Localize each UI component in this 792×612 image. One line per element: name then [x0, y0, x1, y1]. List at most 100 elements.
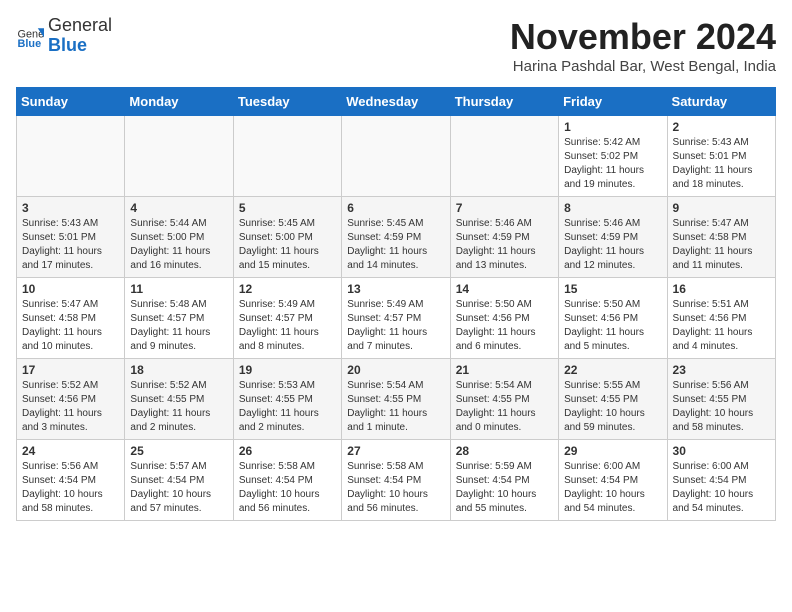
day-info: Sunrise: 5:49 AM Sunset: 4:57 PM Dayligh…	[347, 298, 444, 354]
day-info: Sunrise: 5:50 AM Sunset: 4:56 PM Dayligh…	[456, 298, 553, 354]
logo-general-text: General	[48, 15, 112, 35]
day-info: Sunrise: 5:46 AM Sunset: 4:59 PM Dayligh…	[564, 217, 661, 273]
calendar-cell: 5 Sunrise: 5:45 AM Sunset: 5:00 PM Daylig…	[233, 197, 341, 278]
day-info: Sunrise: 5:47 AM Sunset: 4:58 PM Dayligh…	[673, 217, 770, 273]
day-number: 19	[239, 363, 336, 377]
day-info: Sunrise: 5:54 AM Sunset: 4:55 PM Dayligh…	[456, 379, 553, 435]
day-info: Sunrise: 5:58 AM Sunset: 4:54 PM Dayligh…	[347, 460, 444, 516]
day-info: Sunrise: 6:00 AM Sunset: 4:54 PM Dayligh…	[673, 460, 770, 516]
calendar-cell: 3Sunrise: 5:43 AM Sunset: 5:01 PM Daylig…	[17, 197, 125, 278]
calendar-cell	[125, 116, 233, 197]
calendar-cell: 30Sunrise: 6:00 AM Sunset: 4:54 PM Dayli…	[667, 440, 775, 521]
day-number: 4	[130, 201, 227, 215]
calendar-cell: 2Sunrise: 5:43 AM Sunset: 5:01 PM Daylig…	[667, 116, 775, 197]
calendar-cell: 26 Sunrise: 5:58 AM Sunset: 4:54 PM Dayli…	[233, 440, 341, 521]
day-info: Sunrise: 5:44 AM Sunset: 5:00 PM Dayligh…	[130, 217, 227, 273]
location-text: Harina Pashdal Bar, West Bengal, India	[510, 58, 776, 75]
calendar-table: SundayMondayTuesdayWednesdayThursdayFrid…	[16, 87, 776, 521]
day-number: 7	[456, 201, 553, 215]
header-sunday: Sunday	[17, 88, 125, 116]
calendar-cell: 22 Sunrise: 5:55 AM Sunset: 4:55 PM Dayli…	[559, 359, 667, 440]
day-number: 25	[130, 444, 227, 458]
page-header: General Blue General Blue November 2024 …	[16, 16, 776, 75]
day-number: 28	[456, 444, 553, 458]
day-info: Sunrise: 5:55 AM Sunset: 4:55 PM Dayligh…	[564, 379, 661, 435]
day-info: Sunrise: 5:50 AM Sunset: 4:56 PM Dayligh…	[564, 298, 661, 354]
day-number: 20	[347, 363, 444, 377]
calendar-cell: 16Sunrise: 5:51 AM Sunset: 4:56 PM Dayli…	[667, 278, 775, 359]
calendar-cell: 19 Sunrise: 5:53 AM Sunset: 4:55 PM Dayli…	[233, 359, 341, 440]
logo-blue-text: Blue	[48, 35, 87, 55]
header-tuesday: Tuesday	[233, 88, 341, 116]
day-number: 8	[564, 201, 661, 215]
day-info: Sunrise: 5:45 AM Sunset: 4:59 PM Dayligh…	[347, 217, 444, 273]
day-number: 11	[130, 282, 227, 296]
day-number: 15	[564, 282, 661, 296]
day-info: Sunrise: 5:43 AM Sunset: 5:01 PM Dayligh…	[22, 217, 119, 273]
day-number: 9	[673, 201, 770, 215]
calendar-cell	[342, 116, 450, 197]
day-info: Sunrise: 5:53 AM Sunset: 4:55 PM Dayligh…	[239, 379, 336, 435]
calendar-cell: 8 Sunrise: 5:46 AM Sunset: 4:59 PM Daylig…	[559, 197, 667, 278]
calendar-cell: 12Sunrise: 5:49 AM Sunset: 4:57 PM Dayli…	[233, 278, 341, 359]
day-number: 21	[456, 363, 553, 377]
calendar-header-row: SundayMondayTuesdayWednesdayThursdayFrid…	[17, 88, 776, 116]
day-info: Sunrise: 5:56 AM Sunset: 4:55 PM Dayligh…	[673, 379, 770, 435]
day-number: 23	[673, 363, 770, 377]
calendar-cell: 23 Sunrise: 5:56 AM Sunset: 4:55 PM Dayli…	[667, 359, 775, 440]
calendar-cell: 9 Sunrise: 5:47 AM Sunset: 4:58 PM Daylig…	[667, 197, 775, 278]
calendar-cell	[233, 116, 341, 197]
day-info: Sunrise: 5:48 AM Sunset: 4:57 PM Dayligh…	[130, 298, 227, 354]
day-info: Sunrise: 5:52 AM Sunset: 4:55 PM Dayligh…	[130, 379, 227, 435]
day-number: 22	[564, 363, 661, 377]
calendar-cell: 6 Sunrise: 5:45 AM Sunset: 4:59 PM Daylig…	[342, 197, 450, 278]
calendar-cell: 1 Sunrise: 5:42 AM Sunset: 5:02 PM Daylig…	[559, 116, 667, 197]
title-block: November 2024 Harina Pashdal Bar, West B…	[510, 16, 776, 75]
calendar-cell: 10Sunrise: 5:47 AM Sunset: 4:58 PM Dayli…	[17, 278, 125, 359]
calendar-cell	[450, 116, 558, 197]
day-info: Sunrise: 5:52 AM Sunset: 4:56 PM Dayligh…	[22, 379, 119, 435]
calendar-week-1: 1 Sunrise: 5:42 AM Sunset: 5:02 PM Daylig…	[17, 116, 776, 197]
day-number: 1	[564, 120, 661, 134]
day-info: Sunrise: 5:46 AM Sunset: 4:59 PM Dayligh…	[456, 217, 553, 273]
day-number: 14	[456, 282, 553, 296]
day-number: 12	[239, 282, 336, 296]
day-info: Sunrise: 6:00 AM Sunset: 4:54 PM Dayligh…	[564, 460, 661, 516]
day-info: Sunrise: 5:54 AM Sunset: 4:55 PM Dayligh…	[347, 379, 444, 435]
calendar-cell: 24Sunrise: 5:56 AM Sunset: 4:54 PM Dayli…	[17, 440, 125, 521]
calendar-cell: 18 Sunrise: 5:52 AM Sunset: 4:55 PM Dayli…	[125, 359, 233, 440]
calendar-cell: 14 Sunrise: 5:50 AM Sunset: 4:56 PM Dayli…	[450, 278, 558, 359]
day-info: Sunrise: 5:57 AM Sunset: 4:54 PM Dayligh…	[130, 460, 227, 516]
day-info: Sunrise: 5:59 AM Sunset: 4:54 PM Dayligh…	[456, 460, 553, 516]
logo: General Blue General Blue	[16, 16, 112, 56]
day-number: 18	[130, 363, 227, 377]
day-info: Sunrise: 5:43 AM Sunset: 5:01 PM Dayligh…	[673, 136, 770, 192]
calendar-week-4: 17Sunrise: 5:52 AM Sunset: 4:56 PM Dayli…	[17, 359, 776, 440]
day-number: 24	[22, 444, 119, 458]
day-info: Sunrise: 5:42 AM Sunset: 5:02 PM Dayligh…	[564, 136, 661, 192]
calendar-cell: 21 Sunrise: 5:54 AM Sunset: 4:55 PM Dayli…	[450, 359, 558, 440]
calendar-week-3: 10Sunrise: 5:47 AM Sunset: 4:58 PM Dayli…	[17, 278, 776, 359]
day-number: 26	[239, 444, 336, 458]
month-title: November 2024	[510, 16, 776, 58]
calendar-cell: 15 Sunrise: 5:50 AM Sunset: 4:56 PM Dayli…	[559, 278, 667, 359]
calendar-cell: 20 Sunrise: 5:54 AM Sunset: 4:55 PM Dayli…	[342, 359, 450, 440]
day-number: 6	[347, 201, 444, 215]
header-wednesday: Wednesday	[342, 88, 450, 116]
calendar-week-2: 3Sunrise: 5:43 AM Sunset: 5:01 PM Daylig…	[17, 197, 776, 278]
calendar-cell: 28 Sunrise: 5:59 AM Sunset: 4:54 PM Dayli…	[450, 440, 558, 521]
day-number: 29	[564, 444, 661, 458]
day-number: 5	[239, 201, 336, 215]
calendar-cell: 13Sunrise: 5:49 AM Sunset: 4:57 PM Dayli…	[342, 278, 450, 359]
header-friday: Friday	[559, 88, 667, 116]
calendar-cell	[17, 116, 125, 197]
day-info: Sunrise: 5:45 AM Sunset: 5:00 PM Dayligh…	[239, 217, 336, 273]
header-monday: Monday	[125, 88, 233, 116]
calendar-cell: 4 Sunrise: 5:44 AM Sunset: 5:00 PM Daylig…	[125, 197, 233, 278]
header-saturday: Saturday	[667, 88, 775, 116]
day-info: Sunrise: 5:58 AM Sunset: 4:54 PM Dayligh…	[239, 460, 336, 516]
day-number: 27	[347, 444, 444, 458]
calendar-cell: 11 Sunrise: 5:48 AM Sunset: 4:57 PM Dayli…	[125, 278, 233, 359]
calendar-cell: 17Sunrise: 5:52 AM Sunset: 4:56 PM Dayli…	[17, 359, 125, 440]
calendar-cell: 25 Sunrise: 5:57 AM Sunset: 4:54 PM Dayli…	[125, 440, 233, 521]
